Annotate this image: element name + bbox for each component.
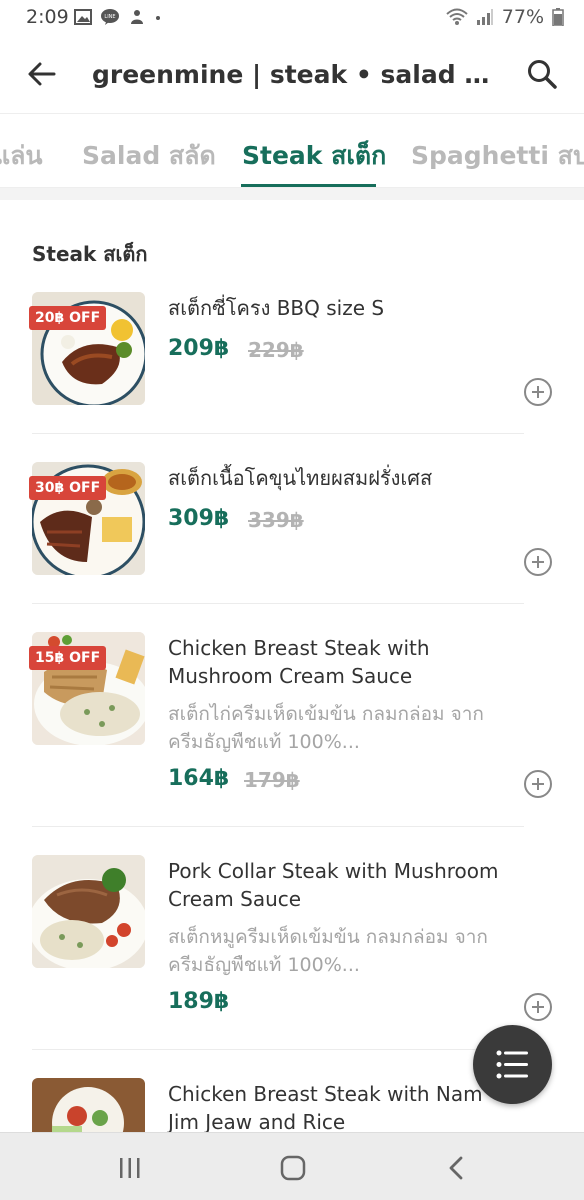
tabs-divider-band — [0, 188, 584, 200]
category-tabs: แล่น Salad สลัด Steak สเต็ก Spaghetti สป… — [0, 114, 584, 188]
item-price: 164฿ — [168, 766, 230, 791]
menu-item[interactable]: 30฿ OFF สเต็กเนื้อโคขุนไทยผสมฝรั่งเศส 30… — [29, 462, 552, 582]
dot-icon — [156, 16, 160, 20]
item-divider — [32, 1049, 524, 1050]
svg-text:LINE: LINE — [104, 14, 115, 20]
discount-badge: 15฿ OFF — [29, 646, 107, 670]
tab-steak[interactable]: Steak สเต็ก — [242, 136, 386, 176]
menu-item[interactable]: 15฿ OFF Chicken Breast Steak with Mushro… — [29, 632, 552, 802]
menu-item[interactable]: Chicken Breast Steak with Nam Jim Jeaw a… — [32, 1078, 524, 1132]
page-title: greenmine | steak • salad • coff... — [92, 60, 502, 89]
search-icon[interactable] — [526, 58, 558, 90]
recent-apps-icon[interactable] — [118, 1157, 142, 1179]
item-old-price: 179฿ — [244, 768, 300, 792]
tab-misc[interactable]: แล่น — [0, 136, 43, 176]
back-arrow-icon[interactable] — [26, 58, 58, 90]
menu-item[interactable]: Pork Collar Steak with Mushroom Cream Sa… — [32, 855, 552, 1025]
item-old-price: 339฿ — [248, 508, 304, 532]
discount-badge: 20฿ OFF — [29, 306, 107, 330]
item-price: 189฿ — [168, 989, 230, 1014]
item-description: สเต็กหมูครีมเห็ดเข้มข้น กลมกล่อม จากครีม… — [168, 926, 488, 976]
add-item-button[interactable] — [524, 378, 552, 406]
status-time: 2:09 — [26, 6, 69, 28]
status-bar: 2:09 LINE 77% — [0, 0, 584, 36]
line-icon: LINE — [101, 9, 119, 25]
item-old-price: 229฿ — [248, 338, 304, 362]
section-title: Steak สเต็ก — [32, 242, 148, 266]
home-icon[interactable] — [280, 1155, 306, 1181]
item-description: สเต็กไก่ครีมเห็ดเข้มข้น กลมกล่อม จากครีม… — [168, 703, 484, 753]
item-divider — [32, 433, 524, 434]
tab-salad[interactable]: Salad สลัด — [82, 136, 216, 176]
add-item-button[interactable] — [524, 993, 552, 1021]
food-image — [32, 855, 145, 968]
item-price: 209฿ — [168, 336, 230, 361]
back-nav-icon[interactable] — [446, 1155, 466, 1181]
menu-fab-button[interactable] — [473, 1025, 552, 1104]
item-name: สเต็กเนื้อโคขุนไทยผสมฝรั่งเศส — [168, 466, 433, 490]
battery-icon — [552, 8, 564, 26]
item-divider — [32, 603, 524, 604]
item-divider — [32, 826, 524, 827]
status-right: 77% — [446, 6, 564, 28]
item-name: สเต็กซี่โครง BBQ size S — [168, 296, 385, 320]
tab-spaghetti[interactable]: Spaghetti สปา — [411, 136, 584, 176]
battery-percent: 77% — [501, 6, 544, 28]
gallery-icon — [74, 9, 92, 25]
wifi-icon — [446, 8, 468, 25]
notification-icon — [131, 10, 143, 24]
food-image — [32, 1078, 145, 1132]
status-left-icons: LINE — [74, 8, 162, 26]
menu-item[interactable]: 20฿ OFF สเต็กซี่โครง BBQ size S 209฿ 229… — [29, 292, 552, 412]
item-price: 309฿ — [168, 506, 230, 531]
item-name: Chicken Breast Steak with Nam Jim Jeaw a… — [168, 1082, 483, 1132]
menu-list-icon — [496, 1050, 528, 1079]
discount-badge: 30฿ OFF — [29, 476, 107, 500]
signal-icon — [476, 9, 493, 25]
item-name: Pork Collar Steak with Mushroom Cream Sa… — [168, 859, 499, 911]
system-nav-bar — [0, 1132, 584, 1200]
item-name: Chicken Breast Steak with Mushroom Cream… — [168, 636, 430, 688]
app-header: greenmine | steak • salad • coff... — [0, 36, 584, 114]
add-item-button[interactable] — [524, 548, 552, 576]
add-item-button[interactable] — [524, 770, 552, 798]
